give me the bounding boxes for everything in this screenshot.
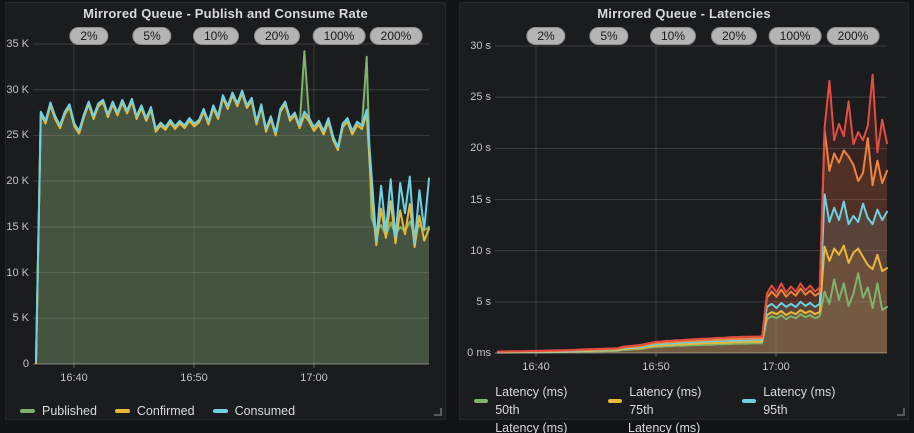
annotation-badge[interactable]: 5% (132, 27, 171, 45)
legend-item-latency-ms-75th[interactable]: Latency (ms) 75th (608, 383, 724, 419)
y-tick-label: 0 (0, 358, 29, 370)
annotation-badge[interactable]: 10% (193, 27, 239, 45)
annotation-badge[interactable]: 20% (254, 27, 300, 45)
legend-item-consumed[interactable]: Consumed (213, 402, 295, 420)
annotation-badge[interactable]: 200% (370, 27, 423, 45)
annotation-badge[interactable]: 2% (69, 27, 108, 45)
legend-label: Confirmed (137, 402, 195, 420)
legend-swatch (474, 399, 488, 403)
legend-label: Consumed (235, 402, 295, 420)
legend-item-latency-ms-99th[interactable]: Latency (ms) 99th (474, 419, 590, 433)
legend-label: Latency (ms) 95th (763, 383, 858, 419)
legend-label: Latency (ms) 50th (495, 383, 590, 419)
legend-label: Latency (ms) 99th (495, 419, 590, 433)
panel-resize-handle[interactable] (433, 407, 442, 416)
panel-resize-handle[interactable] (896, 407, 905, 416)
panel-title[interactable]: Mirrored Queue - Publish and Consume Rat… (6, 6, 445, 21)
publish-consume-plot[interactable] (6, 3, 445, 419)
y-tick-label: 35 K (0, 38, 29, 50)
legend-label: Published (42, 402, 97, 420)
panel-publish-consume-rate: Mirrored Queue - Publish and Consume Rat… (5, 2, 446, 420)
legend-swatch (213, 409, 228, 413)
y-tick-label: 0 ms (457, 347, 491, 359)
legend-item-latency-ms-50th[interactable]: Latency (ms) 50th (474, 383, 590, 419)
y-tick-label: 5 K (0, 312, 29, 324)
annotation-badge[interactable]: 2% (526, 27, 565, 45)
y-tick-label: 25 s (457, 91, 491, 103)
x-tick-label: 16:50 (642, 361, 670, 373)
x-tick-label: 17:00 (762, 361, 790, 373)
y-tick-label: 30 s (457, 40, 491, 52)
y-tick-label: 30 K (0, 84, 29, 96)
annotation-badge[interactable]: 5% (589, 27, 628, 45)
y-tick-label: 5 s (457, 296, 491, 308)
dashboard: Mirrored Queue - Publish and Consume Rat… (0, 0, 914, 433)
y-tick-label: 15 K (0, 221, 29, 233)
panel-latencies: Mirrored Queue - Latencies 30 s 25 s 20 s 1… (459, 2, 909, 420)
y-tick-label: 10 s (457, 245, 491, 257)
y-tick-label: 25 K (0, 129, 29, 141)
x-tick-label: 17:00 (300, 372, 328, 384)
annotation-badge[interactable]: 100% (769, 27, 822, 45)
legend-item-latency-ms-99-9th[interactable]: Latency (ms) 99.9th (608, 419, 724, 433)
legend-swatch (742, 399, 756, 403)
legend-swatch (608, 399, 622, 403)
x-tick-label: 16:50 (180, 372, 208, 384)
legend-swatch (20, 409, 35, 413)
legend-item-published[interactable]: Published (20, 402, 97, 420)
x-tick-label: 16:40 (60, 372, 88, 384)
annotation-badge[interactable]: 100% (313, 27, 366, 45)
legend-swatch (115, 409, 130, 413)
legend: Published Confirmed Consumed (20, 402, 313, 420)
y-tick-label: 20 s (457, 142, 491, 154)
y-tick-label: 15 s (457, 194, 491, 206)
annotation-badge[interactable]: 10% (650, 27, 696, 45)
latencies-plot[interactable] (460, 3, 908, 419)
y-tick-label: 20 K (0, 175, 29, 187)
x-tick-label: 16:40 (522, 361, 550, 373)
y-tick-label: 10 K (0, 267, 29, 279)
legend-label: Latency (ms) 99.9th (628, 419, 724, 433)
legend-item-confirmed[interactable]: Confirmed (115, 402, 195, 420)
legend-label: Latency (ms) 75th (629, 383, 724, 419)
annotation-badge[interactable]: 20% (711, 27, 757, 45)
legend-item-latency-ms-95th[interactable]: Latency (ms) 95th (742, 383, 858, 419)
annotation-badge[interactable]: 200% (827, 27, 880, 45)
panel-title[interactable]: Mirrored Queue - Latencies (460, 6, 908, 21)
legend: Latency (ms) 50thLatency (ms) 75thLatenc… (474, 383, 894, 433)
